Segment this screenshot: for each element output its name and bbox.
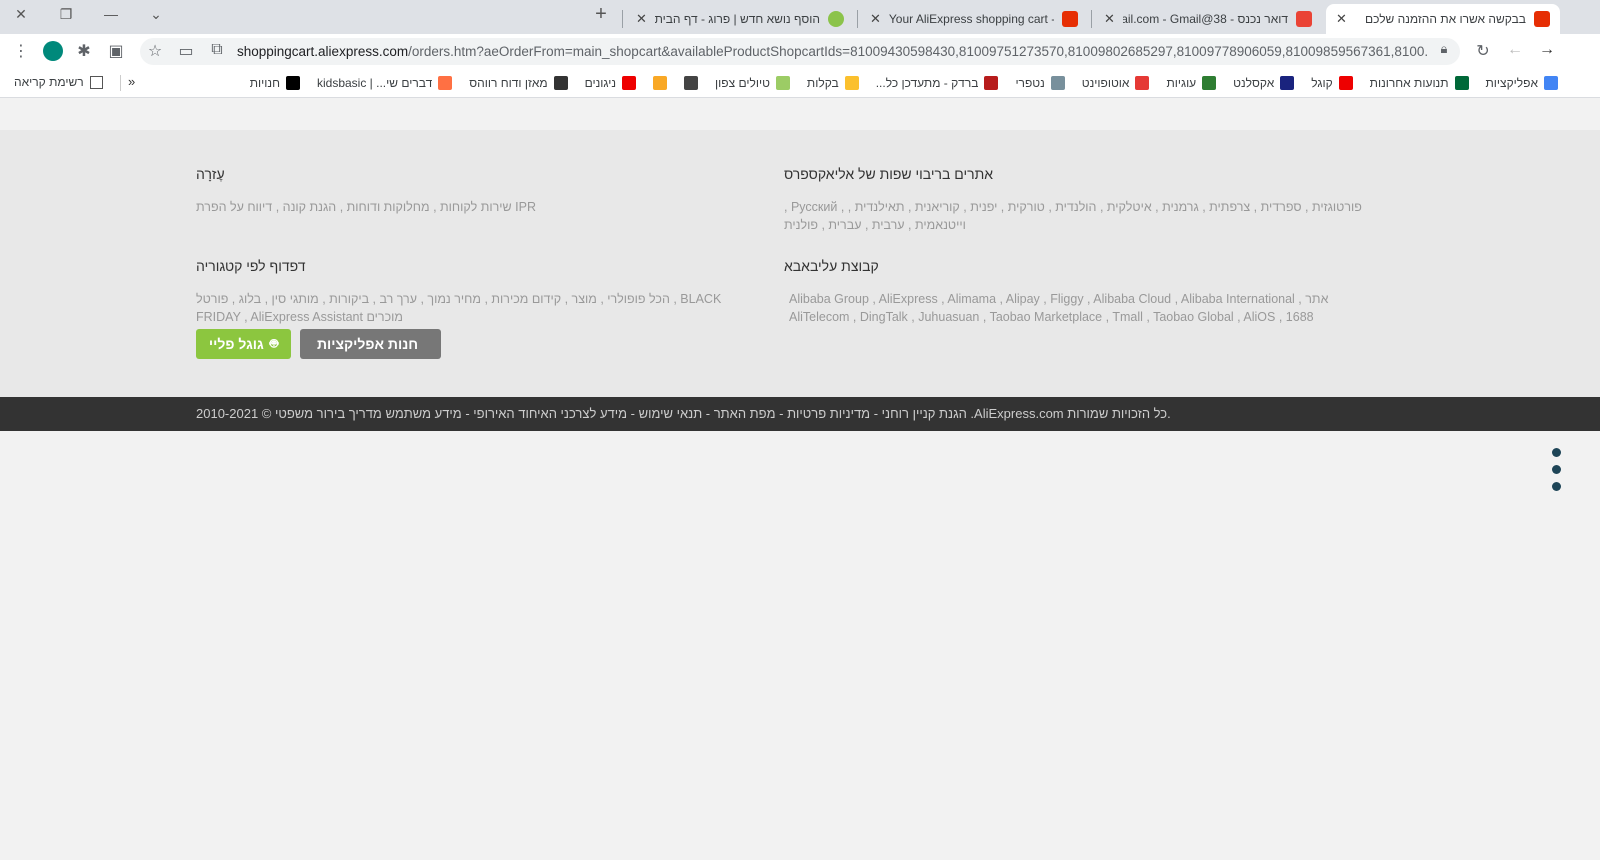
restore-window-icon[interactable]: ❐ (54, 6, 78, 23)
bookmark-favicon-icon (1135, 76, 1150, 90)
bookmark-item[interactable]: בקלות (807, 76, 859, 90)
bookmark-favicon-icon (844, 76, 859, 90)
footer-languages: אתרים בריבוי שפות של אליאקספרס פורטוגזית … (784, 166, 1362, 232)
back-icon[interactable]: ← (1505, 41, 1525, 59)
reload-icon[interactable]: ↻ (1473, 41, 1493, 61)
menu-icon[interactable]: ⋮ (11, 41, 31, 61)
footer-browse-category: דפדוף לפי קטגוריה BLACK , הכל פופולרי , מ… (196, 258, 722, 324)
prog-icon (828, 11, 844, 27)
close-tab-icon[interactable]: ✕ (870, 11, 881, 27)
tab-1[interactable]: דואר נכנס - 38@gmail.com - Gmail✕ (1094, 4, 1322, 34)
forward-icon[interactable]: → (1537, 41, 1557, 59)
bookmark-favicon-icon (1454, 76, 1469, 90)
aliexpress-icon (1534, 11, 1550, 27)
bookmark-favicon-icon (622, 76, 637, 90)
bookmark-item[interactable]: אוטופוינט (1082, 76, 1150, 90)
bookmark-favicon-icon (1280, 76, 1295, 90)
bookmark-favicon-icon (438, 76, 453, 90)
bookmark-item[interactable]: אפליקציות (1486, 76, 1558, 90)
url-text[interactable]: shoppingcart.aliexpress.com/orders.htm?a… (237, 44, 1427, 59)
bookmark-item[interactable]: ברדק - מתעדכן כל... (876, 76, 999, 90)
bookmark-item[interactable] (684, 76, 699, 90)
footer-help: עֶזרָה IPR שירות לקוחות , מחלוקות ודוחות … (196, 166, 536, 214)
bookmark-star-icon[interactable]: ☆ (145, 41, 165, 61)
reader-mode-icon[interactable]: ▭ (176, 41, 196, 61)
extensions-icon[interactable]: ✱ (74, 41, 94, 61)
tab-0[interactable]: בבקשה אשרו את ההזמנה שלכם ✕ (1326, 4, 1560, 34)
minimize-window-icon[interactable]: — (99, 6, 123, 22)
bookmark-favicon-icon (1202, 76, 1217, 90)
bookmark-favicon-icon (285, 76, 300, 90)
aliexpress-icon (1062, 11, 1078, 27)
bookmark-favicon-icon (653, 76, 668, 90)
app-store-button[interactable]: חנות אפליקציות (300, 329, 441, 359)
bookmark-item[interactable]: מאזן ודוח רווהס (469, 76, 568, 90)
bookmark-item[interactable]: דברים שי... | kidsbasic (317, 76, 453, 90)
bookmark-item[interactable]: אקסלנט (1233, 76, 1295, 90)
bookmark-favicon-icon (553, 76, 568, 90)
bookmark-favicon-icon (684, 76, 699, 90)
close-tab-icon[interactable]: ✕ (636, 11, 647, 27)
bookmark-item[interactable]: ניגונים (585, 76, 637, 90)
bookmark-favicon-icon (1544, 76, 1558, 90)
gmail-icon (1296, 11, 1312, 27)
close-window-icon[interactable]: ✕ (9, 6, 33, 23)
copyright-bar: .כל הזכויות שמורות AliExpress.com. הגנת … (0, 397, 1600, 431)
bookmark-item[interactable] (653, 76, 668, 90)
footer-alibaba-group: קבוצת עליבאבא אתר Alibaba Group , AliExpr… (784, 258, 1329, 324)
bookmark-item[interactable]: קוגל (1311, 76, 1353, 90)
bookmark-item[interactable]: עוגיות (1166, 76, 1217, 90)
bookmarks-bar: אפליקציות תנועות אחרונות קוגל אקסלנט עוגיות א… (0, 68, 1600, 98)
tab-3[interactable]: הוסף נושא חדש | פרוג - דף הבית ✕ (626, 4, 854, 34)
bookmark-favicon-icon (1338, 76, 1353, 90)
site-info-icon[interactable]: ⧉ (207, 41, 227, 59)
tab-strip: ✕ ❐ — ⌄ + בבקשה אשרו את ההזמנה שלכם ✕ דוא… (0, 0, 1600, 34)
google-play-button[interactable]: 🤖︎ גוגל פליי (196, 329, 291, 359)
bookmarks-overflow-button[interactable]: » (128, 74, 135, 89)
bookmark-item[interactable]: תנועות אחרונות (1370, 76, 1469, 90)
bookmark-favicon-icon (1050, 76, 1065, 90)
lock-icon[interactable]: 🔒︎ (1434, 41, 1454, 57)
tab-2[interactable]: Your AliExpress shopping cart - B ✕ (860, 4, 1088, 34)
bookmark-item[interactable]: נטפרי (1015, 76, 1065, 90)
bookmark-item[interactable]: חנויות (250, 76, 300, 90)
reading-list-button[interactable]: רשימת קריאה (14, 75, 103, 89)
close-tab-icon[interactable]: ✕ (1336, 11, 1347, 27)
bookmark-item[interactable]: טיולים צפון (715, 76, 790, 90)
reading-list-icon (89, 75, 103, 89)
bookmark-favicon-icon (775, 76, 790, 90)
pdf-extension-icon[interactable]: ▣ (106, 41, 126, 61)
bookmark-favicon-icon (984, 76, 999, 90)
android-icon: 🤖︎ (269, 335, 279, 351)
profile-avatar[interactable] (43, 41, 63, 61)
close-tab-icon[interactable]: ✕ (1104, 11, 1115, 27)
new-tab-button[interactable]: + (589, 3, 613, 26)
more-options-icon[interactable] (1552, 448, 1561, 457)
tab-search-icon[interactable]: ⌄ (144, 6, 168, 23)
